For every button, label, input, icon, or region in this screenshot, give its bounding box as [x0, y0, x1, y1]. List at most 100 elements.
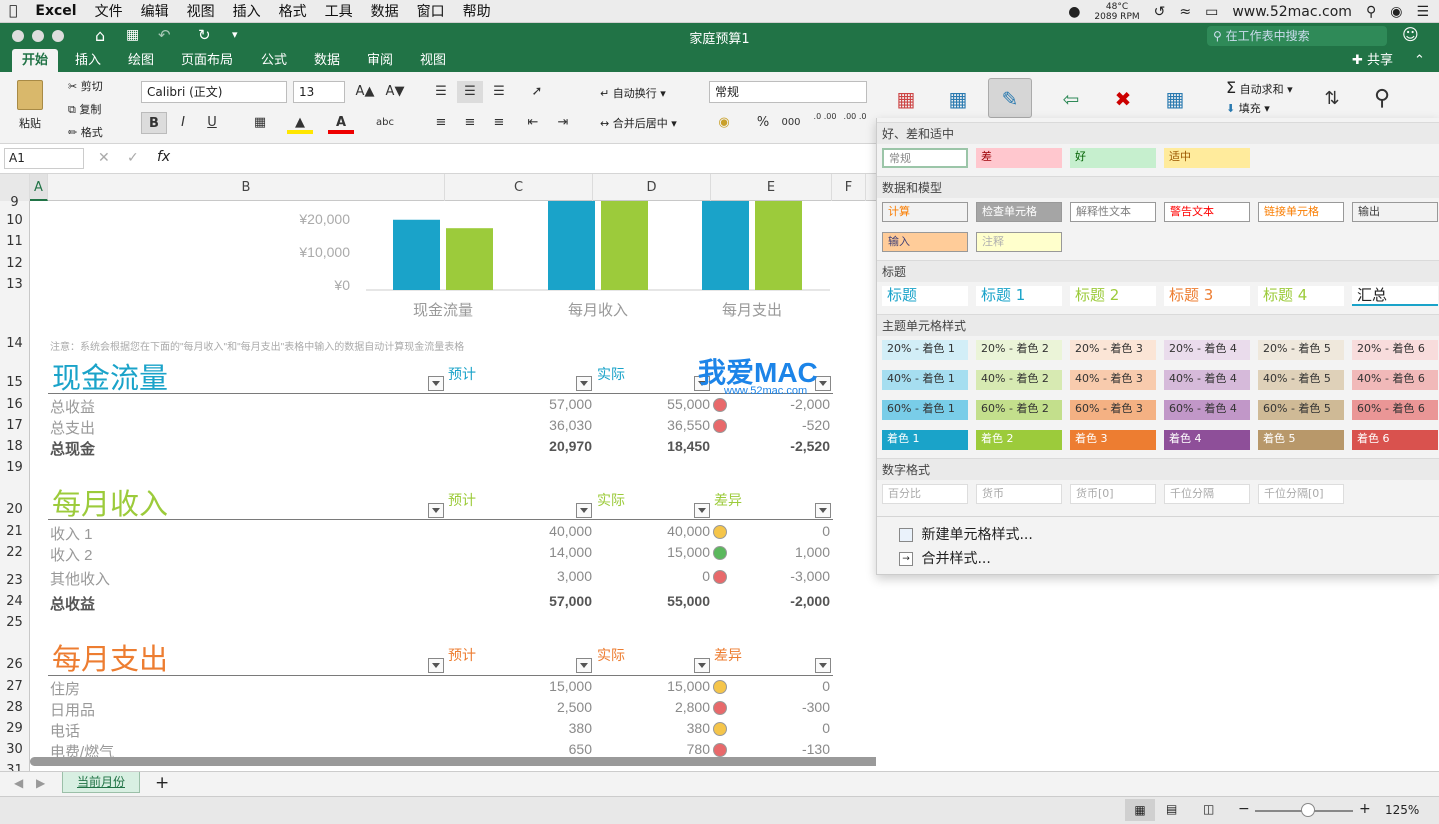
- cell-style-option[interactable]: 标题 3: [1164, 286, 1250, 306]
- filter-dropdown-c[interactable]: [576, 503, 592, 518]
- align-center-icon[interactable]: ≡: [457, 112, 483, 134]
- increase-decimal-button[interactable]: .0 .00: [812, 112, 838, 134]
- formula-input[interactable]: [185, 146, 875, 172]
- font-color-icon[interactable]: A: [328, 112, 354, 134]
- row-header[interactable]: 20: [0, 502, 29, 517]
- menu-edit[interactable]: 编辑: [141, 1, 169, 21]
- number-format-select[interactable]: 常规: [709, 81, 867, 103]
- row-label[interactable]: 总收益: [50, 396, 95, 417]
- zoom-in-button[interactable]: +: [1359, 801, 1371, 817]
- customize-qat-icon[interactable]: ▾: [232, 28, 238, 41]
- row-label[interactable]: 总支出: [50, 417, 95, 438]
- row-header[interactable]: 19: [0, 460, 29, 475]
- insert-function-button[interactable]: fx: [157, 149, 170, 165]
- row-header[interactable]: 10: [0, 213, 29, 228]
- filter-dropdown-c[interactable]: [576, 376, 592, 391]
- row-header[interactable]: 14: [0, 336, 29, 351]
- insert-cells-icon[interactable]: ⇦: [1053, 82, 1089, 116]
- row-header[interactable]: 25: [0, 615, 29, 630]
- row-header[interactable]: 18: [0, 439, 29, 454]
- wrap-text-button[interactable]: ↵ 自动换行 ▾: [600, 85, 666, 101]
- row-header[interactable]: 12: [0, 256, 29, 271]
- increase-indent-icon[interactable]: ⇥: [550, 112, 576, 134]
- cell-style-option[interactable]: 20% - 着色 1: [882, 340, 968, 360]
- share-button[interactable]: ✚ 共享: [1342, 49, 1403, 72]
- percent-button[interactable]: %: [752, 112, 774, 134]
- orientation-icon[interactable]: ➚: [522, 81, 552, 103]
- column-header-d[interactable]: D: [593, 174, 711, 201]
- cut-button[interactable]: ✂ 剪切: [68, 78, 103, 94]
- plan-value[interactable]: 2,500: [500, 699, 592, 715]
- app-name[interactable]: Excel: [35, 3, 76, 19]
- row-header[interactable]: 21: [0, 524, 29, 539]
- cell-style-option[interactable]: 输出: [1352, 202, 1438, 222]
- plan-value[interactable]: 15,000: [500, 678, 592, 694]
- menu-data[interactable]: 数据: [371, 1, 399, 21]
- cell-style-option[interactable]: 着色 4: [1164, 430, 1250, 450]
- actual-value[interactable]: 15,000: [620, 544, 710, 560]
- cell-style-option[interactable]: 千位分隔: [1164, 484, 1250, 504]
- plan-value[interactable]: 380: [500, 720, 592, 736]
- accounting-icon[interactable]: ◉: [709, 112, 739, 134]
- cell-style-option[interactable]: 40% - 着色 1: [882, 370, 968, 390]
- bar[interactable]: [601, 201, 648, 290]
- wifi-icon[interactable]: ≈: [1179, 4, 1191, 20]
- control-center-icon[interactable]: ☰: [1416, 4, 1429, 20]
- cell-style-option[interactable]: 注释: [976, 232, 1062, 252]
- align-right-icon[interactable]: ≡: [486, 112, 512, 134]
- align-top-icon[interactable]: ☰: [428, 81, 454, 103]
- bold-button[interactable]: B: [141, 112, 167, 134]
- plan-value[interactable]: 3,000: [500, 568, 592, 584]
- diff-value[interactable]: -2,520: [730, 438, 830, 454]
- menu-format[interactable]: 格式: [279, 1, 307, 21]
- cell-style-option[interactable]: 标题: [882, 286, 968, 306]
- row-header[interactable]: 29: [0, 721, 29, 736]
- actual-value[interactable]: 780: [620, 741, 710, 757]
- row-label[interactable]: 收入 1: [50, 523, 93, 544]
- grow-font-button[interactable]: A▲: [352, 81, 378, 103]
- cell-style-option[interactable]: 着色 2: [976, 430, 1062, 450]
- tab-view[interactable]: 视图: [410, 49, 456, 72]
- cell-style-option[interactable]: 着色 5: [1258, 430, 1344, 450]
- cell-style-option[interactable]: 20% - 着色 4: [1164, 340, 1250, 360]
- cell-style-option[interactable]: 60% - 着色 2: [976, 400, 1062, 420]
- new-cell-style-item[interactable]: 新建单元格样式...: [899, 524, 1033, 544]
- diff-value[interactable]: -2,000: [730, 396, 830, 412]
- cell-style-option[interactable]: 60% - 着色 6: [1352, 400, 1438, 420]
- row-label[interactable]: 日用品: [50, 699, 95, 720]
- siri-icon[interactable]: ◉: [1390, 4, 1402, 20]
- diff-value[interactable]: 1,000: [730, 544, 830, 560]
- diff-value[interactable]: -520: [730, 417, 830, 433]
- cell-style-option[interactable]: 检查单元格: [976, 202, 1062, 222]
- decrease-indent-icon[interactable]: ⇤: [520, 112, 546, 134]
- sort-filter-icon[interactable]: ⇅: [1312, 82, 1352, 116]
- plan-value[interactable]: 57,000: [500, 593, 592, 609]
- home-icon[interactable]: ⌂: [95, 26, 105, 45]
- plan-value[interactable]: 57,000: [500, 396, 592, 412]
- bar[interactable]: [755, 201, 802, 290]
- align-bottom-icon[interactable]: ☰: [486, 81, 512, 103]
- fill-color-icon[interactable]: ▲: [287, 112, 313, 134]
- cell-style-option[interactable]: 着色 1: [882, 430, 968, 450]
- plan-value[interactable]: 36,030: [500, 417, 592, 433]
- prev-sheet-icon[interactable]: ◀: [14, 776, 23, 790]
- cell-style-option[interactable]: 着色 6: [1352, 430, 1438, 450]
- save-icon[interactable]: ▦: [126, 27, 139, 43]
- row-header[interactable]: 13: [0, 277, 29, 292]
- diff-value[interactable]: 0: [730, 678, 830, 694]
- diff-value[interactable]: -130: [730, 741, 830, 757]
- actual-value[interactable]: 55,000: [620, 593, 710, 609]
- filter-dropdown-d[interactable]: [694, 658, 710, 673]
- cell-style-option[interactable]: 标题 1: [976, 286, 1062, 306]
- cell-style-option[interactable]: 20% - 着色 5: [1258, 340, 1344, 360]
- tab-draw[interactable]: 绘图: [118, 49, 164, 72]
- row-label[interactable]: 电话: [50, 720, 80, 741]
- row-header[interactable]: 24: [0, 594, 29, 609]
- bar[interactable]: [446, 228, 493, 290]
- autosum-button[interactable]: Σ 自动求和 ▾: [1226, 78, 1293, 97]
- diff-value[interactable]: -3,000: [730, 568, 830, 584]
- bar[interactable]: [393, 219, 440, 290]
- next-sheet-icon[interactable]: ▶: [36, 776, 45, 790]
- row-label[interactable]: 住房: [50, 678, 80, 699]
- find-select-icon[interactable]: ⚲: [1362, 82, 1402, 116]
